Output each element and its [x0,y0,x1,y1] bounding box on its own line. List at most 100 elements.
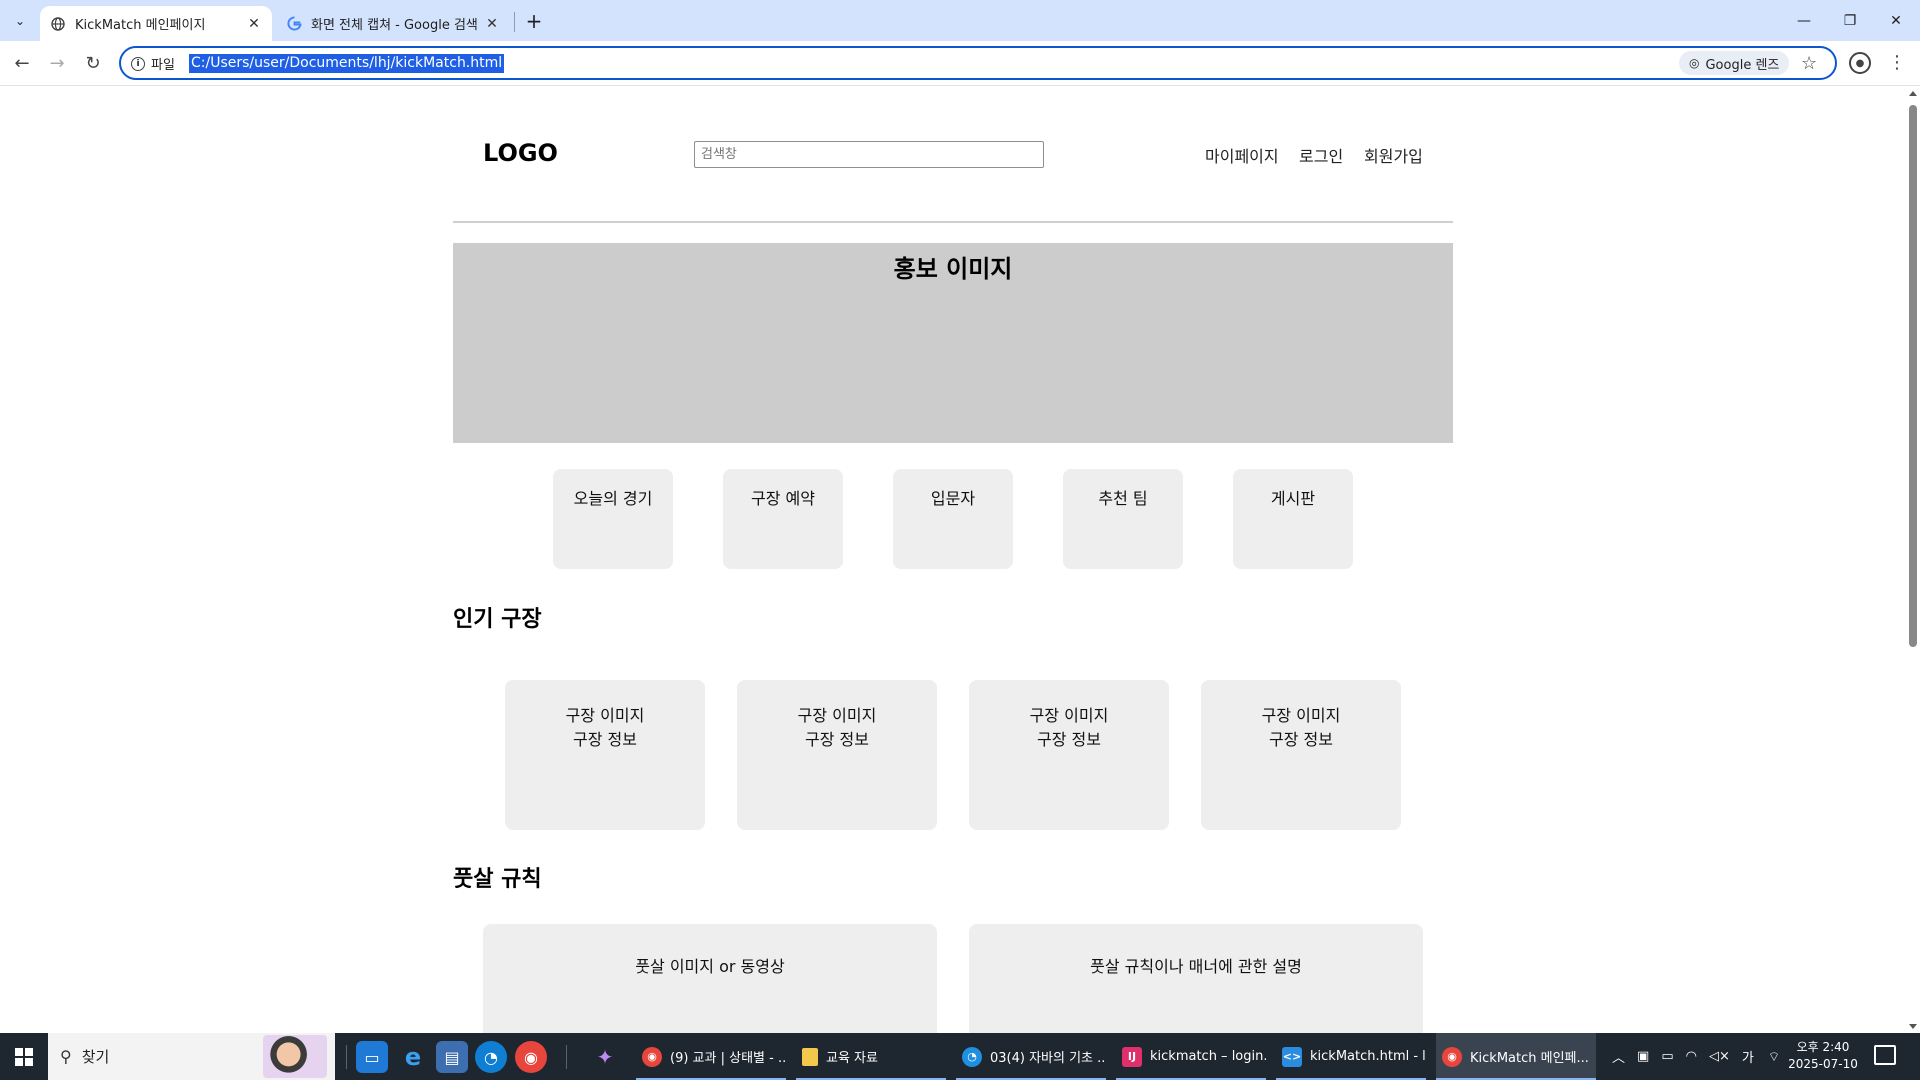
minimize-button[interactable]: — [1781,0,1827,41]
restore-icon: ❐ [1843,12,1857,29]
forward-button[interactable]: → [42,48,72,78]
chrome-icon: ◉ [642,1046,662,1067]
new-tab-button[interactable]: + [520,8,548,34]
field-card[interactable]: 구장 이미지 구장 정보 [1201,680,1401,830]
site-logo[interactable]: LOGO [483,139,558,167]
quick-link-label: 구장 예약 [751,489,815,508]
scroll-down-icon[interactable] [1909,1024,1917,1029]
arrow-right-icon: → [49,52,65,74]
start-button[interactable] [0,1033,47,1080]
chrome-icon: ◉ [1442,1046,1462,1067]
search-icon: ⚲ [60,1047,72,1066]
plus-icon: + [525,9,543,33]
restore-button[interactable]: ❐ [1827,0,1873,41]
quick-link-beginner[interactable]: 입문자 [893,469,1013,569]
reload-icon: ↻ [85,52,101,74]
tab-kickmatch[interactable]: KickMatch 메인페이지 ✕ [40,6,272,41]
chrome-icon[interactable]: ◉ [515,1041,547,1073]
taskbar-search-text: 찾기 [81,1048,110,1066]
close-tab-icon[interactable]: ✕ [244,14,264,34]
taskbar-divider [566,1045,567,1069]
taskbar-app-label: kickmatch – login.... [1150,1049,1266,1064]
app-icon[interactable]: ▤ [436,1041,468,1073]
taskbar-app-explorer[interactable]: 교육 자료 [796,1033,946,1080]
nav-login-link[interactable]: 로그인 [1299,143,1343,167]
field-card[interactable]: 구장 이미지 구장 정보 [737,680,937,830]
reload-button[interactable]: ↻ [78,48,108,78]
url-text[interactable]: C:/Users/user/Documents/lhj/kickMatch.ht… [189,54,505,73]
google-lens-button[interactable]: ◎ Google 렌즈 [1679,51,1790,75]
field-info-label: 구장 정보 [573,730,637,749]
copilot-icon[interactable]: ✦ [589,1041,621,1073]
futsal-rules-heading: 풋살 규칙 [453,867,542,892]
clock-time: 오후 2:40 [1796,1040,1850,1054]
tab-search-button[interactable]: ⌄ [6,8,34,34]
scroll-up-icon[interactable] [1909,91,1917,96]
address-bar[interactable]: i 파일 C:/Users/user/Documents/lhj/kickMat… [119,46,1837,80]
field-info-label: 구장 정보 [1037,730,1101,749]
taskbar-divider [346,1045,347,1069]
taskbar-app-vscode[interactable]: <> kickMatch.html - l... [1276,1033,1426,1080]
edge-icon[interactable]: ◔ [475,1041,507,1073]
taskbar-app-chrome-1[interactable]: ◉ (9) 교과 | 상태별 - ... [636,1033,786,1080]
google-icon [286,16,302,32]
tab-google-search[interactable]: 화면 전체 캡쳐 - Google 검색 ✕ [276,6,510,41]
clock-date: 2025-07-10 [1788,1057,1858,1071]
close-window-button[interactable]: ✕ [1873,0,1919,41]
quick-link-field-booking[interactable]: 구장 예약 [723,469,843,569]
search-input[interactable] [694,141,1044,168]
edge-icon: ◔ [962,1046,982,1067]
internet-explorer-icon[interactable]: e [397,1041,429,1073]
volume-muted-icon[interactable]: ◁× [1709,1049,1730,1064]
bookmark-star-icon[interactable]: ☆ [1801,53,1817,74]
notification-icon[interactable] [1874,1045,1896,1065]
ime-mode-icon[interactable]: ⌔ [1768,1049,1780,1065]
chevron-down-icon: ⌄ [14,14,26,28]
quick-link-todays-match[interactable]: 오늘의 경기 [553,469,673,569]
system-tray: ︿ ▣ ▭ ◠ ◁× 가 ⌔ [1612,1033,1780,1080]
wifi-icon[interactable]: ◠ [1686,1049,1697,1064]
taskbar-app-edge[interactable]: ◔ 03(4) 자바의 기초 ... [956,1033,1106,1080]
lens-icon: ◎ [1689,56,1700,70]
tab-strip: ⌄ KickMatch 메인페이지 ✕ 화면 전체 캡쳐 - Google 검색… [0,0,1920,41]
quick-link-recommended-team[interactable]: 추천 팀 [1063,469,1183,569]
quick-link-board[interactable]: 게시판 [1233,469,1353,569]
profile-icon[interactable]: ● [1849,52,1871,74]
lens-label: Google 렌즈 [1705,57,1780,73]
taskbar-app-chrome-2[interactable]: ◉ KickMatch 메인페... [1436,1033,1596,1080]
close-icon: ✕ [1890,12,1902,29]
clock[interactable]: 오후 2:40 2025-07-10 [1783,1039,1863,1073]
ime-indicator[interactable]: 가 [1742,1047,1754,1066]
page-scrollbar[interactable] [1906,87,1920,1033]
battery-icon[interactable]: ▭ [1661,1049,1673,1064]
taskbar-search[interactable]: ⚲ 찾기 [48,1033,335,1080]
search-highlight-image [263,1035,327,1078]
taskbar-app-intellij[interactable]: IJ kickmatch – login.... [1116,1033,1266,1080]
chevron-up-icon[interactable]: ︿ [1612,1047,1625,1066]
futsal-media-card: 풋살 이미지 or 동영상 [483,924,937,1033]
site-info-button[interactable]: i 파일 [131,54,175,73]
security-label: 파일 [151,58,175,73]
kebab-menu-icon[interactable]: ⋮ [1888,50,1906,76]
nav-signup-link[interactable]: 회원가입 [1364,143,1423,167]
field-info-label: 구장 정보 [805,730,869,749]
taskbar-app-label: KickMatch 메인페... [1470,1051,1589,1066]
field-image-label: 구장 이미지 [797,706,877,725]
quick-link-label: 오늘의 경기 [573,489,653,508]
taskbar-app-label: 03(4) 자바의 기초 ... [990,1051,1106,1066]
field-card[interactable]: 구장 이미지 구장 정보 [505,680,705,830]
taskbar-app-label: (9) 교과 | 상태별 - ... [670,1051,786,1066]
meet-now-icon[interactable]: ▣ [1637,1049,1649,1064]
back-button[interactable]: ← [7,48,37,78]
field-card[interactable]: 구장 이미지 구장 정보 [969,680,1169,830]
rule-card-label: 풋살 이미지 or 동영상 [635,957,785,976]
rule-card-label: 풋살 규칙이나 매너에 관한 설명 [1090,957,1302,976]
globe-icon [50,16,66,32]
taskbar: ⚲ 찾기 ▭ e ▤ ◔ ◉ ✦ ◉ (9) 교과 | 상태별 - ... 교육… [0,1033,1920,1080]
taskbar-app-label: 교육 자료 [826,1051,878,1066]
browser-toolbar: ← → ↻ i 파일 C:/Users/user/Documents/lhj/k… [0,41,1920,86]
nav-mypage-link[interactable]: 마이페이지 [1205,143,1279,167]
scrollbar-thumb[interactable] [1909,105,1917,647]
desktop-icon[interactable]: ▭ [356,1041,388,1073]
close-tab-icon[interactable]: ✕ [482,14,502,34]
